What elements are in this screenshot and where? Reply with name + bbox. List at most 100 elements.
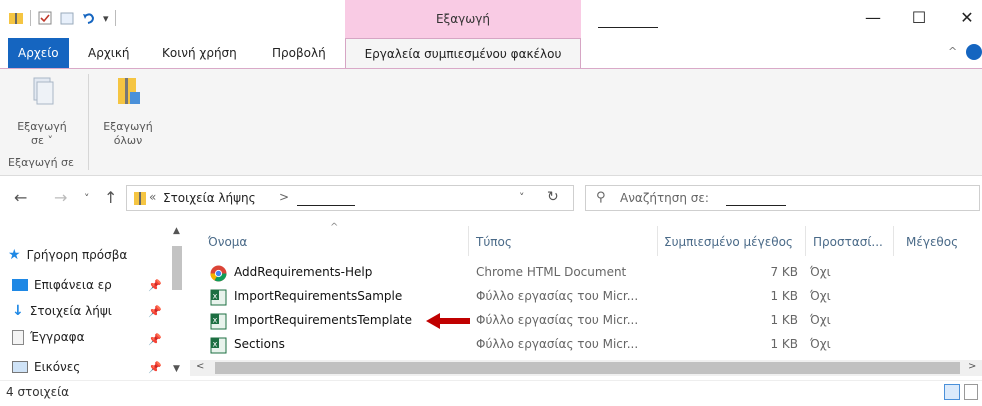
star-icon: ★	[8, 247, 21, 263]
undo-icon[interactable]	[81, 10, 97, 26]
nav-item-label: Εικόνες	[34, 360, 81, 374]
search-placeholder: Αναζήτηση σε:	[620, 191, 709, 205]
file-size: 1 KB	[770, 289, 798, 303]
nav-item-label: Γρήγορη πρόσβα	[26, 248, 128, 262]
tab-home[interactable]: Αρχική	[78, 38, 140, 68]
column-divider[interactable]	[468, 226, 469, 256]
svg-text:x: x	[213, 340, 218, 349]
address-bar[interactable]: « Στοιχεία λήψης > ˅ ↻	[126, 185, 574, 211]
nav-downloads[interactable]: ↓ Στοιχεία λήψι	[12, 300, 112, 322]
nav-item-label: Επιφάνεια ερ	[34, 278, 112, 292]
file-type: Φύλλο εργασίας του Micr...	[476, 313, 639, 327]
column-header-protected[interactable]: Προστασί...	[813, 230, 883, 254]
sort-ascending-icon: ^	[330, 222, 339, 233]
ribbon-group-divider	[88, 74, 89, 170]
nav-scroll-thumb[interactable]	[172, 246, 182, 290]
details-view-icon[interactable]	[944, 384, 960, 400]
properties-icon[interactable]	[37, 10, 53, 26]
file-row[interactable]: AddRequirements-Help Chrome HTML Documen…	[208, 262, 978, 286]
search-target	[726, 205, 786, 206]
excel-icon: x	[210, 337, 227, 354]
quick-access-toolbar: ▾	[8, 10, 116, 26]
scroll-up-icon[interactable]: ▲	[173, 226, 180, 236]
minimize-button[interactable]: —	[858, 6, 888, 30]
documents-icon	[12, 329, 24, 345]
pin-icon[interactable]: 📌	[148, 333, 162, 346]
excel-icon: x	[210, 289, 227, 306]
svg-text:x: x	[213, 292, 218, 301]
forward-arrow-icon[interactable]: →	[54, 188, 67, 207]
extract-all-icon	[118, 78, 140, 104]
annotation-arrow-icon	[426, 313, 470, 329]
address-dropdown-icon[interactable]: ˅	[519, 191, 525, 204]
extract-all-button[interactable]: Εξαγωγή όλων	[92, 76, 164, 148]
help-icon[interactable]	[966, 44, 982, 60]
back-arrow-icon[interactable]: ←	[14, 188, 27, 207]
excel-icon: x	[210, 313, 227, 330]
column-divider[interactable]	[893, 226, 894, 256]
horizontal-scroll-thumb[interactable]	[215, 362, 960, 374]
file-row[interactable]: x Sections Φύλλο εργασίας του Micr... 1 …	[208, 334, 978, 358]
qat-customize-icon[interactable]: ▾	[103, 12, 109, 25]
file-type: Φύλλο εργασίας του Micr...	[476, 289, 639, 303]
column-header-type[interactable]: Τύπος	[476, 230, 512, 254]
refresh-icon[interactable]: ↻	[547, 189, 559, 205]
collapse-ribbon-icon[interactable]: ^	[948, 45, 957, 58]
status-bar	[0, 380, 982, 406]
breadcrumb-current[interactable]	[297, 205, 355, 206]
scroll-left-icon[interactable]: <	[196, 361, 204, 372]
file-size: 7 KB	[770, 265, 798, 279]
column-header-compressed-size[interactable]: Συμπιεσμένο μέγεθος	[664, 230, 793, 254]
nav-documents[interactable]: Έγγραφα	[12, 326, 85, 348]
column-divider[interactable]	[657, 226, 658, 256]
extract-to-button[interactable]: Εξαγωγή σε ˅	[6, 76, 78, 148]
file-protected: Όχι	[810, 265, 831, 279]
ribbon-group-label: Εξαγωγή σε	[8, 156, 74, 169]
window-title-blank	[598, 27, 658, 28]
tab-file[interactable]: Αρχείο	[8, 38, 69, 68]
context-tab-title: Εξαγωγή	[435, 12, 491, 26]
file-size: 1 KB	[770, 313, 798, 327]
search-box[interactable]: ⚲ Αναζήτηση σε:	[585, 185, 980, 211]
nav-pictures[interactable]: Εικόνες	[12, 356, 80, 378]
file-protected: Όχι	[810, 313, 831, 327]
file-protected: Όχι	[810, 337, 831, 351]
pin-icon[interactable]: 📌	[148, 279, 162, 292]
tab-compressed-folder-tools[interactable]: Εργαλεία συμπιεσμένου φακέλου	[345, 38, 581, 69]
column-header-name[interactable]: Όνομα	[208, 230, 247, 254]
close-button[interactable]: ✕	[952, 6, 982, 30]
extract-to-icon	[33, 77, 54, 105]
context-tab-header: Εξαγωγή	[345, 0, 581, 38]
breadcrumb-separator[interactable]: >	[279, 190, 289, 204]
new-folder-icon[interactable]	[59, 10, 75, 26]
download-icon: ↓	[12, 303, 24, 319]
scroll-down-icon[interactable]: ▼	[173, 364, 180, 374]
recent-locations-icon[interactable]: ˅	[84, 192, 90, 205]
maximize-button[interactable]: ☐	[904, 6, 934, 30]
tab-share[interactable]: Κοινή χρήση	[152, 38, 247, 68]
column-divider[interactable]	[805, 226, 806, 256]
file-row[interactable]: x ImportRequirementsTemplate Φύλλο εργασ…	[208, 310, 978, 334]
nav-desktop[interactable]: Επιφάνεια ερ	[12, 274, 112, 296]
extract-all-label: Εξαγωγή	[103, 120, 153, 133]
tab-view[interactable]: Προβολή	[262, 38, 336, 68]
pin-icon[interactable]: 📌	[148, 305, 162, 318]
desktop-icon	[12, 279, 28, 291]
address-prefix: «	[149, 190, 157, 204]
chrome-icon	[210, 265, 227, 282]
large-icons-view-icon[interactable]	[964, 384, 978, 400]
pin-icon[interactable]: 📌	[148, 361, 162, 374]
search-icon: ⚲	[596, 190, 606, 205]
up-arrow-icon[interactable]: ↑	[104, 188, 117, 207]
file-row[interactable]: x ImportRequirementsSample Φύλλο εργασία…	[208, 286, 978, 310]
extract-to-label: Εξαγωγή	[17, 120, 67, 133]
column-header-size[interactable]: Μέγεθος	[906, 230, 958, 254]
file-size: 1 KB	[770, 337, 798, 351]
toolbar-divider	[114, 10, 116, 26]
nav-quick-access[interactable]: ★ Γρήγορη πρόσβα	[8, 244, 127, 266]
scroll-right-icon[interactable]: >	[968, 361, 976, 372]
breadcrumb-downloads[interactable]: Στοιχεία λήψης	[163, 191, 256, 205]
file-name: ImportRequirementsSample	[234, 289, 403, 303]
item-count: 4 στοιχεία	[6, 385, 70, 399]
extract-to-sub: σε ˅	[31, 134, 53, 147]
